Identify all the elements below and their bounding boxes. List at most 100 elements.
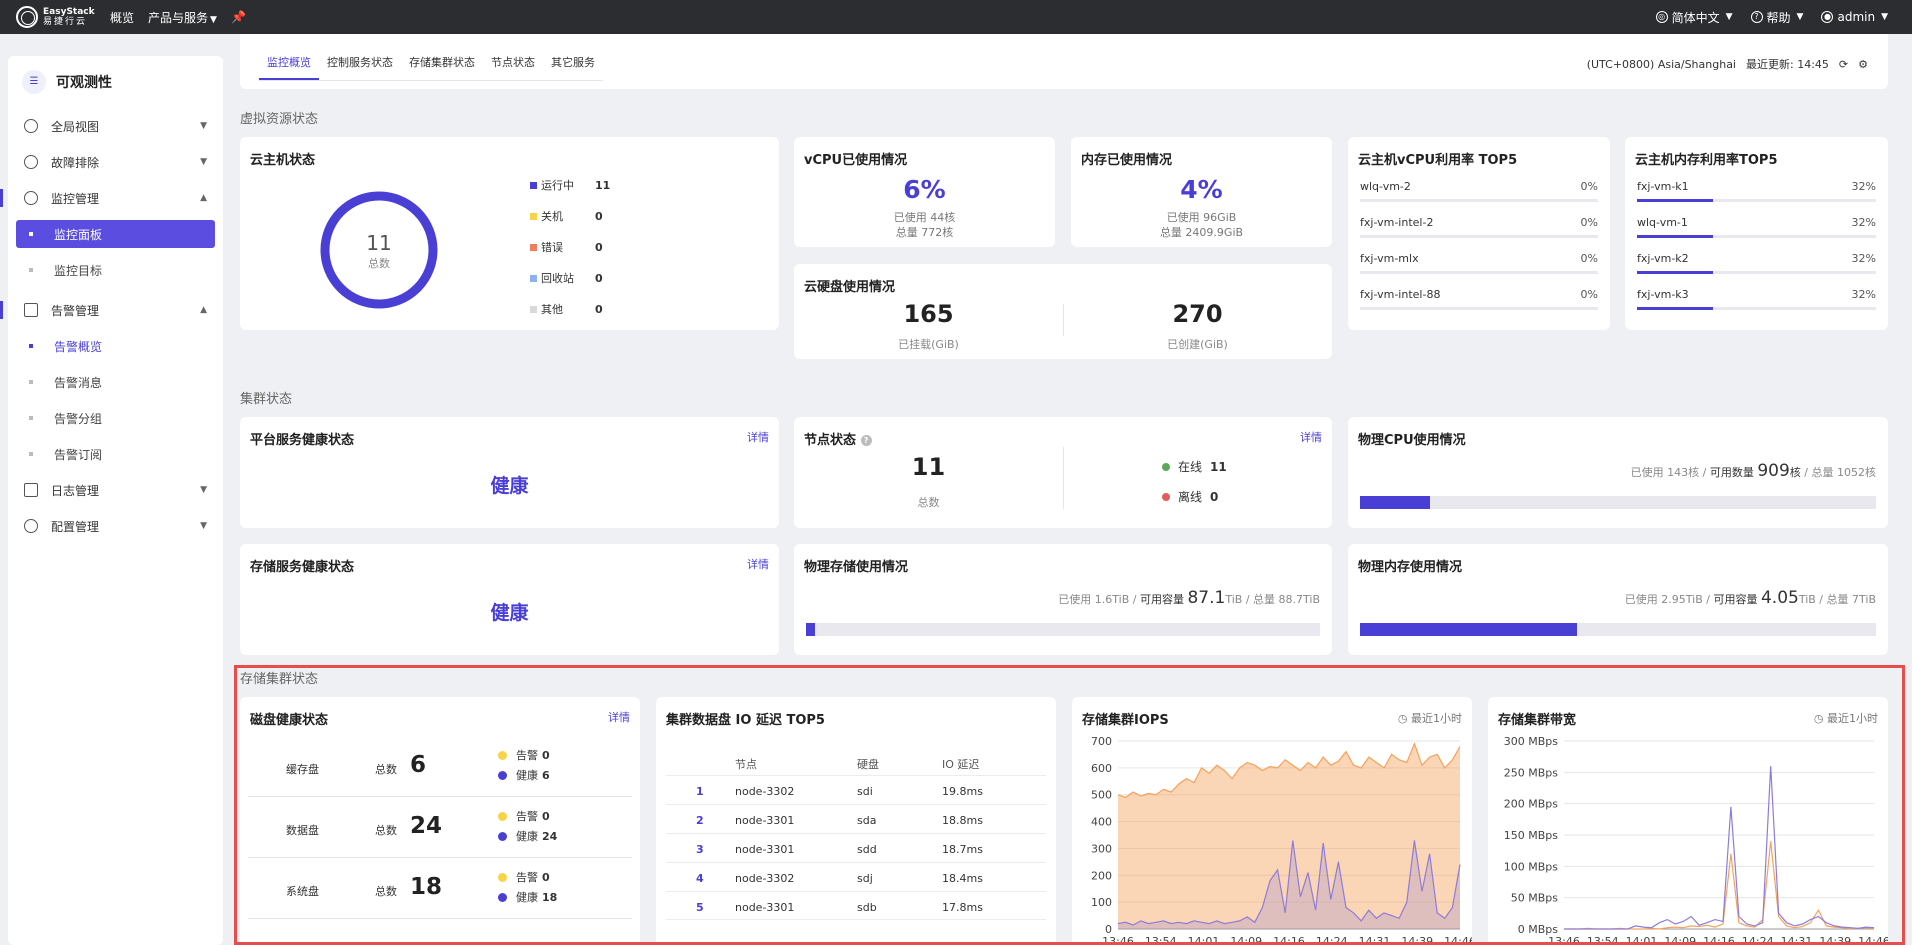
storage-health-title: 存储服务健康状态 <box>250 560 355 575</box>
legend-label: 运行中 <box>541 179 574 192</box>
usage-track <box>1637 235 1876 238</box>
physical-cpu-usage: 已使用 143核 / 可用数量 909核 / 总量 1052核 <box>1631 461 1876 481</box>
physical-storage-usage: 已使用 1.6TiB / 可用容量 87.1TiB / 总量 88.7TiB <box>1058 588 1320 608</box>
usage-track <box>1637 271 1876 274</box>
legend-other: 其他 0 <box>530 301 603 317</box>
mem-avail-unit: TiB <box>1798 593 1816 606</box>
sidebar-item-monitoring-dashboard[interactable]: 监控面板 <box>16 220 215 248</box>
usage-track <box>1360 307 1598 310</box>
volume-usage-card: 云硬盘使用情况 165 已挂载(GiB) 270 已创建(GiB) <box>794 264 1332 359</box>
easystack-logo[interactable]: EasyStack 易捷行云 <box>16 6 96 28</box>
legend-error: 错误 0 <box>530 239 603 255</box>
online-label: 在线 <box>1178 460 1203 474</box>
tab-node-status[interactable]: 节点状态 <box>483 54 543 80</box>
divider <box>1063 447 1064 509</box>
memory-top5-card: 云主机内存利用率TOP5 fxj-vm-k1 32% wlq-vm-1 32% fx… <box>1625 137 1888 330</box>
bullet-icon <box>29 344 33 348</box>
cloud-icon <box>24 191 38 205</box>
bullet-icon <box>29 380 33 384</box>
tab-storage-cluster-status[interactable]: 存储集群状态 <box>401 54 483 80</box>
physical-memory-title: 物理内存使用情况 <box>1358 560 1463 575</box>
overview-link[interactable]: 概览 <box>110 9 134 26</box>
language-label: 简体中文 <box>1671 10 1720 25</box>
storage-total: / 总量 88.7TiB <box>1242 593 1320 606</box>
physical-storage-bar <box>806 623 1320 636</box>
sidebar-item-alert-groups[interactable]: 告警分组 <box>8 400 223 436</box>
sidebar-item-alerting[interactable]: 告警管理 ▲ <box>0 292 223 328</box>
list-icon: ☰ <box>22 70 46 94</box>
sidebar-item-label: 日志管理 <box>51 483 100 498</box>
tab-control-service-status[interactable]: 控制服务状态 <box>319 54 401 80</box>
vm-status-card: 云主机状态 11 总数 运行中 11 关机 0 错误 0 回收站 0 其他 0 <box>240 137 779 330</box>
user-menu[interactable]: ● admin ▼ <box>1821 10 1888 24</box>
sidebar-item-monitoring-targets[interactable]: 监控目标 <box>8 252 223 288</box>
memory-usage-card: 内存已使用情况 4% 已使用 96GiB 总量 2409.9GiB <box>1071 137 1332 247</box>
sidebar-item-monitoring[interactable]: 监控管理 ▲ <box>0 180 223 216</box>
tab-monitoring-overview[interactable]: 监控概览 <box>259 54 319 80</box>
top5-row: wlq-vm-2 0% <box>1360 180 1598 202</box>
username: admin <box>1837 10 1876 24</box>
bullet-icon <box>29 232 33 236</box>
chevron-down-icon: ▼ <box>1881 12 1888 22</box>
sidebar-item-alert-subscriptions[interactable]: 告警订阅 <box>8 436 223 472</box>
vm-pct: 0% <box>1580 252 1598 265</box>
storage-avail-label: 可用容量 <box>1139 593 1188 606</box>
physical-storage-card: 物理存储使用情况 已使用 1.6TiB / 可用容量 87.1TiB / 总量 … <box>794 544 1332 655</box>
legend-value: 0 <box>595 302 603 316</box>
sidebar: ☰ 可观测性 全局视图 ▼ 故障排除 ▼ 监控管理 ▲ 监控面板 监控目标 告警管理 ▲… <box>0 56 223 945</box>
products-label: 产品与服务 <box>148 10 209 25</box>
mem-used: 已使用 2.95TiB / <box>1624 593 1714 606</box>
chevron-down-icon: ▼ <box>200 485 207 495</box>
usage-fill <box>1637 199 1714 202</box>
sidebar-item-label: 故障排除 <box>51 155 100 170</box>
usage-track <box>1360 271 1598 274</box>
physical-memory-usage: 已使用 2.95TiB / 可用容量 4.05TiB / 总量 7TiB <box>1625 588 1876 608</box>
mem-avail: 4.05 <box>1760 588 1799 608</box>
vm-name: fxj-vm-k1 <box>1637 180 1689 193</box>
last-update-label: 最近更新: 14:45 <box>1746 58 1829 71</box>
storage-health-card: 存储服务健康状态 详情 健康 <box>240 544 779 655</box>
cpu-avail-label: 可用数量 <box>1709 466 1758 479</box>
help-icon[interactable]: ? <box>860 435 872 446</box>
language-menu[interactable]: ◎ 简体中文 ▼ <box>1655 9 1733 26</box>
pin-icon[interactable]: 📌 <box>231 10 246 24</box>
sidebar-item-logs[interactable]: 日志管理 ▼ <box>8 472 223 508</box>
refresh-icon[interactable]: ⟳ <box>1839 58 1848 71</box>
bullet-icon <box>29 268 33 272</box>
volume-usage-title: 云硬盘使用情况 <box>804 280 896 295</box>
node-status-title: 节点状态 ? <box>804 429 872 448</box>
usage-fill <box>1637 307 1714 310</box>
tab-other-services[interactable]: 其它服务 <box>543 54 603 80</box>
sidebar-item-label: 监控管理 <box>51 191 100 206</box>
physical-memory-card: 物理内存使用情况 已使用 2.95TiB / 可用容量 4.05TiB / 总量… <box>1348 544 1888 655</box>
legend-value: 0 <box>595 271 603 285</box>
logo-icon <box>16 6 38 28</box>
top5-row: wlq-vm-1 32% <box>1637 216 1876 238</box>
sidebar-item-troubleshooting[interactable]: 故障排除 ▼ <box>8 144 223 180</box>
sidebar-item-global-view[interactable]: 全局视图 ▼ <box>8 108 223 144</box>
vm-name: fxj-vm-mlx <box>1360 252 1419 265</box>
legend-swatch <box>530 243 537 251</box>
globe-icon: ◎ <box>1655 11 1668 23</box>
legend-label: 错误 <box>541 241 563 254</box>
node-offline: 离线 0 <box>1162 488 1218 505</box>
platform-health-detail-link[interactable]: 详情 <box>747 429 769 445</box>
usage-fill <box>1637 271 1714 274</box>
sidebar-item-alert-messages[interactable]: 告警消息 <box>8 364 223 400</box>
physical-storage-title: 物理存储使用情况 <box>804 560 909 575</box>
legend-value: 11 <box>595 178 611 192</box>
storage-health-detail-link[interactable]: 详情 <box>747 556 769 572</box>
sidebar-item-alert-overview[interactable]: 告警概览 <box>8 328 223 364</box>
physical-cpu-bar <box>1360 496 1876 509</box>
node-status-detail-link[interactable]: 详情 <box>1300 429 1322 445</box>
vm-pct: 32% <box>1851 216 1876 229</box>
chevron-down-icon: ▼ <box>1796 12 1804 22</box>
products-services-menu[interactable]: 产品与服务 ▼ <box>148 9 217 26</box>
user-icon: ● <box>1821 11 1834 23</box>
volume-created: 270 <box>1172 300 1223 328</box>
vcpu-top5-card: 云主机vCPU利用率 TOP5 wlq-vm-2 0% fxj-vm-intel-… <box>1348 137 1610 330</box>
sidebar-item-config[interactable]: 配置管理 ▼ <box>8 508 223 544</box>
platform-health-card: 平台服务健康状态 详情 健康 <box>240 417 779 528</box>
gear-icon[interactable]: ⚙ <box>1858 58 1868 71</box>
help-menu[interactable]: ? 帮助 ▼ <box>1750 9 1804 26</box>
